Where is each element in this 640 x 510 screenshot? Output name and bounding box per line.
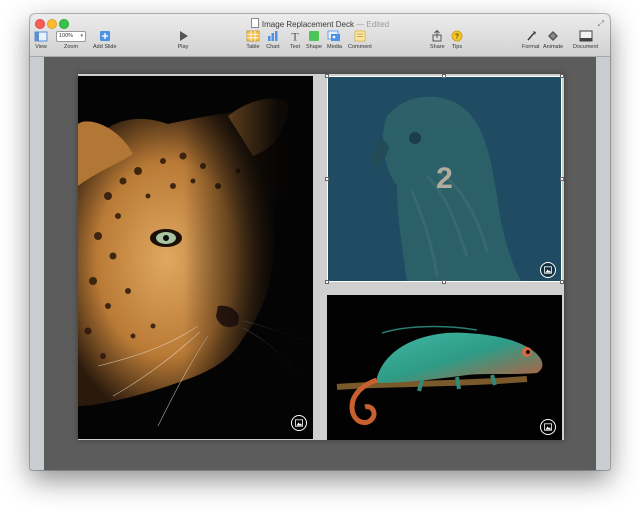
format-label: Format: [522, 44, 540, 50]
format-button[interactable]: Format: [522, 30, 539, 50]
svg-text:?: ?: [455, 34, 459, 41]
paintbrush-icon: [527, 31, 536, 41]
svg-text:T: T: [291, 30, 299, 42]
title-bar: Image Replacement Deck — Edited ⤢ View 1…: [30, 14, 610, 57]
share-icon: [432, 30, 442, 42]
slide-canvas: 2: [30, 57, 610, 470]
shape-label: Shape: [306, 44, 322, 50]
fullscreen-icon[interactable]: ⤢: [598, 19, 604, 29]
bar-chart-icon: [268, 31, 278, 41]
document-name: Image Replacement Deck: [261, 20, 354, 29]
resize-handle-top-right[interactable]: [560, 74, 564, 78]
image-chameleon[interactable]: [327, 295, 562, 440]
shape-icon: [308, 31, 319, 41]
document-inspector-icon: [579, 30, 593, 42]
leopard-illustration: [78, 76, 313, 439]
resize-handle-bottom-left[interactable]: [325, 280, 329, 284]
tips-icon: ?: [451, 30, 463, 42]
view-icon: [34, 31, 48, 42]
slide[interactable]: 2: [78, 74, 564, 440]
play-icon: [180, 31, 188, 41]
animate-label: Animate: [543, 44, 564, 50]
tips-label: Tips: [451, 44, 463, 50]
resize-handle-bottom-right[interactable]: [560, 280, 564, 284]
table-button[interactable]: Table: [246, 30, 260, 50]
animate-icon: [548, 31, 559, 41]
chart-label: Chart: [266, 44, 280, 50]
image-placeholder-icon[interactable]: [540, 262, 556, 278]
animate-button[interactable]: Animate: [543, 30, 563, 50]
image-placeholder-icon[interactable]: [291, 415, 307, 431]
comment-label: Comment: [348, 44, 372, 50]
inspector-edge: [596, 57, 610, 470]
text-button[interactable]: T Text: [288, 30, 302, 50]
keynote-window: Image Replacement Deck — Edited ⤢ View 1…: [30, 14, 610, 470]
edited-status: — Edited: [356, 20, 390, 29]
text-label: Text: [289, 44, 301, 50]
zoom-control[interactable]: 100% ▾ Zoom: [56, 30, 86, 50]
resize-handle-left[interactable]: [325, 177, 329, 181]
media-button[interactable]: Media: [327, 30, 342, 50]
document-button[interactable]: Document: [573, 30, 598, 50]
zoom-select[interactable]: 100% ▾: [56, 31, 86, 42]
resize-handle-bottom[interactable]: [442, 280, 446, 284]
add-slide-label: Add Slide: [93, 44, 117, 50]
slide-navigator-edge: [30, 57, 44, 470]
add-slide-icon: [99, 31, 110, 41]
text-icon: T: [291, 30, 299, 42]
media-icon: [328, 30, 341, 41]
slide-number-watermark: 2: [436, 162, 453, 195]
play-button[interactable]: Play: [176, 30, 190, 50]
share-button[interactable]: Share: [430, 30, 445, 50]
resize-handle-top-left[interactable]: [325, 74, 329, 78]
share-label: Share: [430, 44, 445, 50]
comment-icon: [354, 30, 366, 42]
image-parrot[interactable]: 2: [327, 76, 562, 282]
shape-button[interactable]: Shape: [306, 30, 322, 50]
chameleon-illustration: [336, 325, 543, 425]
resize-handle-top[interactable]: [442, 74, 446, 78]
zoom-value: 100%: [59, 33, 74, 39]
window-title: Image Replacement Deck — Edited: [30, 18, 610, 29]
tips-button[interactable]: ? Tips: [450, 30, 464, 50]
add-slide-button[interactable]: Add Slide: [93, 30, 117, 50]
comment-button[interactable]: Comment: [348, 30, 372, 50]
chevron-down-icon: ▾: [80, 33, 83, 39]
document-label: Document: [573, 44, 599, 50]
image-placeholder-icon[interactable]: [540, 419, 556, 435]
chart-button[interactable]: Chart: [266, 30, 280, 50]
document-icon: [250, 18, 259, 28]
table-icon: [246, 30, 260, 42]
zoom-label: Zoom: [63, 44, 79, 50]
resize-handle-right[interactable]: [560, 177, 564, 181]
view-button[interactable]: View: [34, 30, 48, 50]
play-label: Play: [177, 44, 189, 50]
table-label: Table: [246, 44, 260, 50]
view-label: View: [35, 44, 47, 50]
image-leopard[interactable]: [78, 76, 313, 439]
media-label: Media: [327, 44, 342, 50]
